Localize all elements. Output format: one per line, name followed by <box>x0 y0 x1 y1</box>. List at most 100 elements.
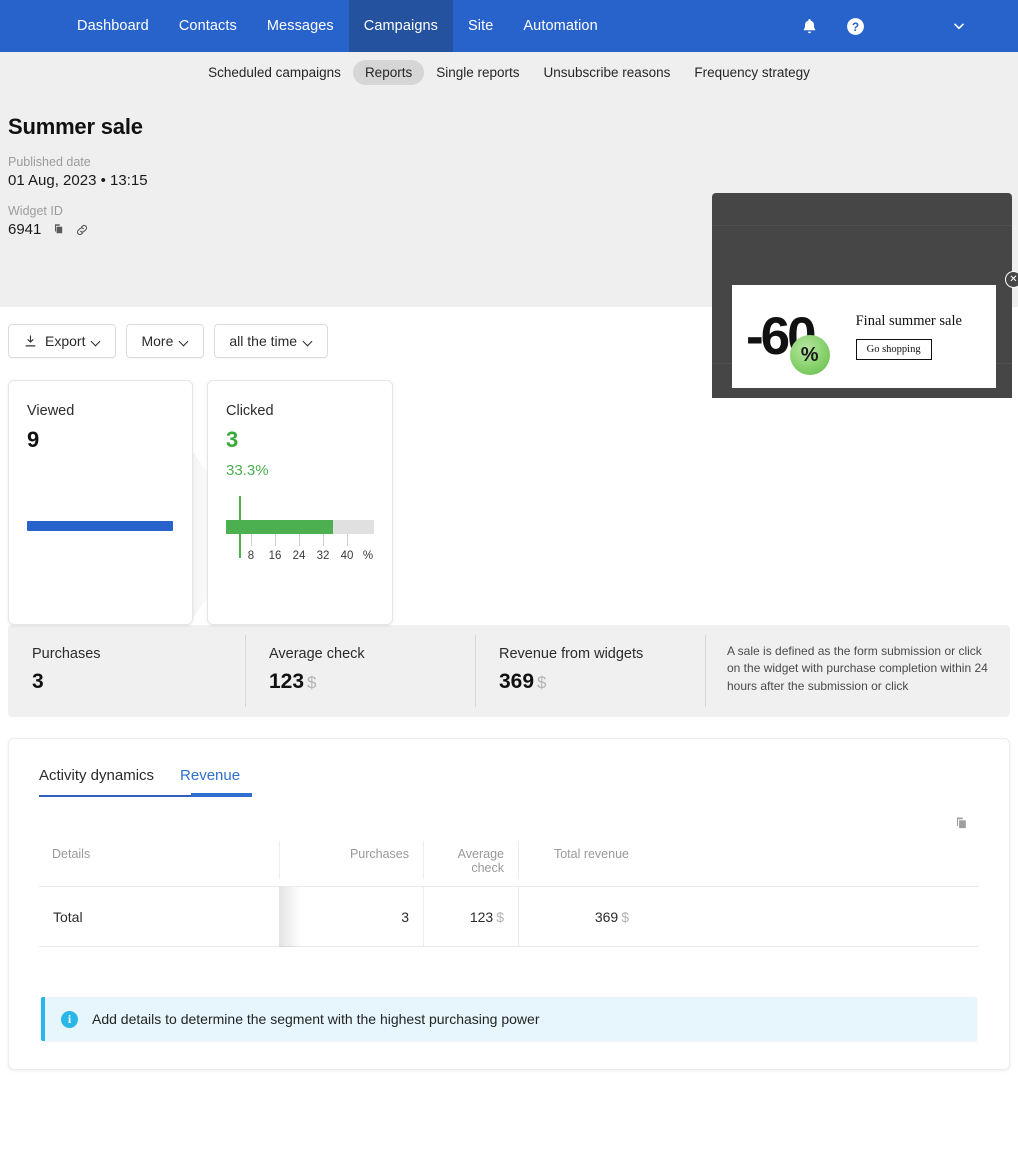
revenue-table: Details Purchases Average check Total re… <box>39 841 979 947</box>
subnav-item-single-reports[interactable]: Single reports <box>424 60 531 85</box>
nav-item-messages[interactable]: Messages <box>252 0 349 52</box>
bell-icon <box>803 18 815 33</box>
metric-number: 369 <box>499 670 535 693</box>
published-date-label: Published date <box>8 155 91 169</box>
stat-card-percent: 33.3% <box>226 462 269 479</box>
account-menu-button[interactable] <box>936 0 982 52</box>
table-column-average-check: Average check <box>423 841 518 886</box>
promo-cta-button[interactable]: Go shopping <box>855 339 932 360</box>
export-button[interactable]: Export <box>8 324 117 358</box>
cell-total-revenue: 369 $ <box>518 909 643 925</box>
promo-percent-badge: % <box>789 335 830 375</box>
currency-symbol: $ <box>496 908 504 925</box>
cell-number: 123 <box>469 908 494 925</box>
currency-symbol: $ <box>621 908 629 925</box>
metric-value: 369 $ <box>499 670 705 694</box>
table-column-details: Details <box>52 847 91 861</box>
table-row[interactable]: Total 3 123 $ 369 $ <box>39 887 979 947</box>
metric-number: 3 <box>32 670 44 693</box>
tab-activity-dynamics[interactable]: Activity dynamics <box>39 767 154 797</box>
chevron-down-icon <box>180 337 189 346</box>
cell-number: 369 <box>594 908 619 925</box>
subnav-item-unsubscribe-reasons[interactable]: Unsubscribe reasons <box>532 60 683 85</box>
subnav-item-reports[interactable]: Reports <box>352 59 425 85</box>
chart-axis-unit: % <box>362 550 374 562</box>
stat-card-title: Viewed <box>27 403 75 419</box>
nav-item-dashboard[interactable]: Dashboard <box>62 0 164 52</box>
campaign-hero: Summer sale Published date 01 Aug, 2023 … <box>0 92 1018 398</box>
widget-id-value: 6941 <box>8 221 42 238</box>
chart-tick-labels: 8 16 24 32 40 % <box>226 550 376 566</box>
export-label: Export <box>45 333 86 349</box>
promo-content: -60 % Final summer sale Go shopping <box>732 285 996 388</box>
period-label: all the time <box>229 333 298 349</box>
close-icon: ✕ <box>1009 273 1018 285</box>
stat-cards: Viewed 9 Clicked 3 33.3% 8 16 24 32 40 % <box>0 375 1018 625</box>
stat-card-value: 3 <box>226 427 239 452</box>
chart-value-marker <box>239 496 241 558</box>
table-column-purchases: Purchases <box>279 841 423 886</box>
copy-icon <box>956 817 966 829</box>
cell-average-check: 123 $ <box>423 909 518 925</box>
nav-item-site[interactable]: Site <box>453 0 508 52</box>
help-button[interactable]: ? <box>832 0 878 52</box>
metric-label: Average check <box>269 646 365 662</box>
stat-card-clicked: Clicked 3 33.3% 8 16 24 32 40 % <box>207 380 393 625</box>
preview-close-button[interactable]: ✕ <box>1005 271 1018 288</box>
cell-details: Total <box>53 908 83 925</box>
info-banner: i Add details to determine the segment w… <box>41 997 977 1041</box>
promo-headline: Final summer sale <box>855 313 962 329</box>
info-icon: i <box>61 1010 78 1028</box>
chart-tick-label: 24 <box>292 550 306 562</box>
chevron-down-icon <box>954 23 964 30</box>
table-column-total-revenue: Total revenue <box>518 841 643 886</box>
currency-symbol: $ <box>307 673 317 692</box>
chart-tick-label: 16 <box>268 550 282 562</box>
chart-track <box>226 496 374 558</box>
panel-tabs: Activity dynamics Revenue <box>39 767 979 797</box>
subnav-item-frequency-strategy[interactable]: Frequency strategy <box>682 60 822 85</box>
chart-fill-bar <box>226 520 333 534</box>
nav-label: Campaigns <box>363 18 439 34</box>
nav-label: Contacts <box>178 18 237 34</box>
download-icon <box>25 334 36 346</box>
top-nav-items: Dashboard Contacts Messages Campaigns Si… <box>62 0 613 52</box>
top-nav-actions: ? <box>786 0 1018 52</box>
chart-tick-label: 8 <box>247 550 255 562</box>
page-title: Summer sale <box>8 114 143 139</box>
top-navigation-bar: Dashboard Contacts Messages Campaigns Si… <box>0 0 1018 52</box>
viewed-progress-bar <box>27 521 173 531</box>
more-button[interactable]: More <box>126 324 205 358</box>
chevron-down-icon <box>92 337 101 346</box>
nav-item-contacts[interactable]: Contacts <box>164 0 252 52</box>
period-selector[interactable]: all the time <box>214 324 329 358</box>
metric-label: Purchases <box>32 646 101 662</box>
sub-navigation-bar: Scheduled campaigns Reports Single repor… <box>0 52 1018 92</box>
metric-purchases: Purchases 3 <box>8 625 245 717</box>
nav-label: Automation <box>523 18 598 34</box>
chart-ticks <box>226 534 376 548</box>
notifications-button[interactable] <box>786 0 832 52</box>
stat-card-viewed: Viewed 9 <box>8 380 193 625</box>
report-panel: Activity dynamics Revenue Details Purcha… <box>8 738 1010 1070</box>
copy-widget-link-button[interactable] <box>74 222 90 238</box>
promo-discount-group: -60 % <box>746 310 830 375</box>
stat-card-value: 9 <box>27 427 40 452</box>
nav-item-automation[interactable]: Automation <box>508 0 612 52</box>
clicked-benchmark-chart: 8 16 24 32 40 % <box>226 496 376 566</box>
link-icon <box>77 224 88 235</box>
subnav-item-scheduled-campaigns[interactable]: Scheduled campaigns <box>196 60 353 85</box>
nav-label: Dashboard <box>77 18 149 34</box>
promo-text-group: Final summer sale Go shopping <box>855 313 962 360</box>
sale-definition-note: A sale is defined as the form submission… <box>705 625 1010 717</box>
copy-table-button[interactable] <box>952 815 969 837</box>
help-icon: ? <box>846 17 864 35</box>
nav-label: Messages <box>266 18 334 34</box>
copy-widget-id-button[interactable] <box>50 222 65 237</box>
widget-preview[interactable]: ✕ -60 % Final summer sale Go shopping <box>712 193 1018 398</box>
nav-item-campaigns[interactable]: Campaigns <box>348 0 454 52</box>
nav-label: Site <box>468 18 494 34</box>
svg-text:?: ? <box>851 19 858 33</box>
currency-symbol: $ <box>537 673 547 692</box>
metric-value: 123 $ <box>269 670 475 694</box>
